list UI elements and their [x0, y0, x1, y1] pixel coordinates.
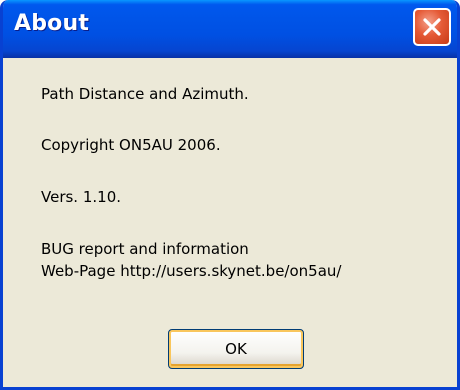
close-button[interactable] — [413, 8, 451, 46]
web-page-text: Web-Page http://users.skynet.be/on5au/ — [41, 262, 342, 280]
title-bar[interactable]: About — [3, 0, 457, 58]
version-text: Vers. 1.10. — [41, 188, 122, 206]
close-icon — [423, 18, 441, 36]
ok-button[interactable]: OK — [168, 329, 304, 369]
app-name-text: Path Distance and Azimuth. — [41, 85, 249, 103]
dialog-title: About — [14, 11, 90, 36]
about-dialog: About Path Distance and Azimuth. Copyrig… — [0, 0, 460, 390]
bug-report-text: BUG report and information — [41, 240, 249, 258]
copyright-text: Copyright ON5AU 2006. — [41, 136, 221, 154]
